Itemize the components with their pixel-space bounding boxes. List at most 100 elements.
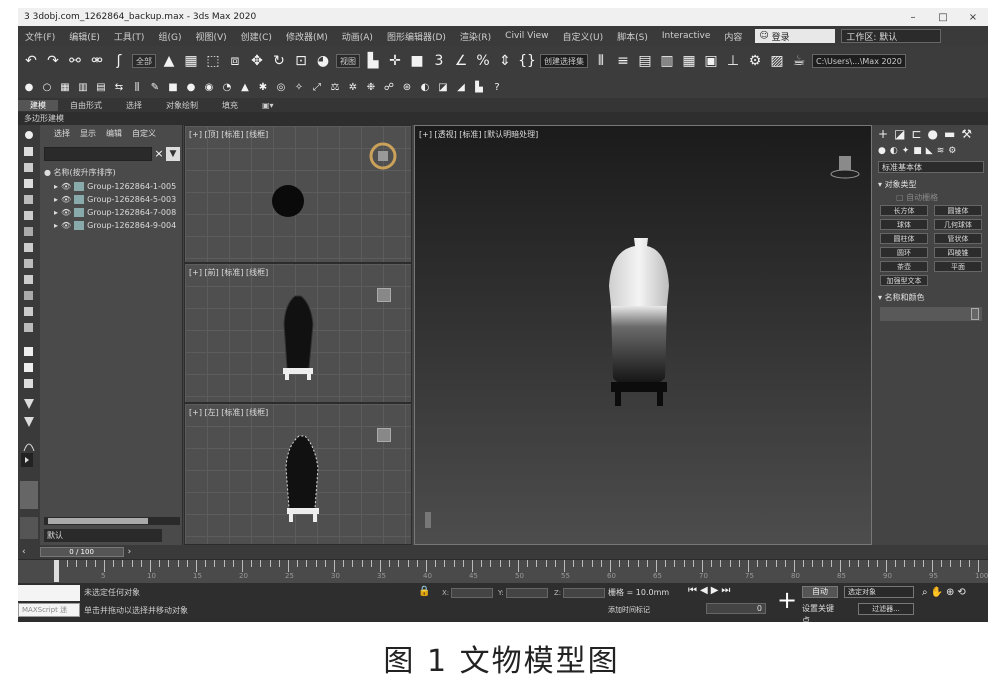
spinner-snap-icon[interactable]: ⇕	[496, 52, 514, 70]
menu-tools[interactable]: 工具(T)	[107, 30, 152, 43]
next-frame-icon[interactable]: ›	[128, 547, 132, 557]
sphere-button[interactable]: 球体	[880, 219, 928, 230]
name-field[interactable]	[880, 307, 982, 321]
keyboard-shortcut-icon[interactable]: ■	[408, 52, 426, 70]
spacewarp-icon[interactable]: ⤢	[310, 80, 324, 94]
minimize-button[interactable]: –	[898, 12, 928, 23]
circle-icon[interactable]: ○	[40, 80, 54, 94]
set-key-button[interactable]: 设置关键点	[802, 603, 838, 622]
hierarchy-tab-icon[interactable]: ⊏	[911, 127, 921, 141]
prev-frame-icon[interactable]: ‹	[22, 547, 26, 557]
tab-edit[interactable]: 编辑	[106, 128, 122, 139]
menu-graph-editors[interactable]: 图形编辑器(D)	[380, 30, 453, 43]
flow-icon[interactable]: ❉	[364, 80, 378, 94]
mirror-icon[interactable]: ⫴	[592, 52, 610, 70]
viewport-bg-icon[interactable]: ◐	[418, 80, 432, 94]
layer-explorer-icon[interactable]: ▤	[636, 52, 654, 70]
named-selection-dropdown[interactable]: 创建选择集	[540, 54, 588, 68]
paint-icon[interactable]: ✎	[148, 80, 162, 94]
expand-arrow-icon[interactable]: ▸	[54, 195, 58, 204]
menu-create[interactable]: 创建(C)	[234, 30, 279, 43]
material-editor-icon[interactable]: ⊥	[724, 52, 742, 70]
menu-animation[interactable]: 动画(A)	[335, 30, 380, 43]
place-icon[interactable]: ◕	[314, 52, 332, 70]
autogrid-checkbox[interactable]: □ 自动栅格	[896, 192, 984, 203]
geosphere-button[interactable]: 几何球体	[934, 219, 982, 230]
scrollbar-thumb[interactable]	[48, 518, 148, 524]
viewport-front[interactable]: [+] [前] [标准] [线框]	[184, 263, 412, 403]
percent-snap-icon[interactable]: %	[474, 52, 492, 70]
select-object-icon[interactable]: ▲	[160, 52, 178, 70]
plane-button[interactable]: 平面	[934, 261, 982, 272]
render-preset-dropdown[interactable]: C:\Users\...\Max 2020	[812, 54, 906, 68]
maxscript-listener[interactable]	[18, 585, 80, 601]
clear-search-icon[interactable]: ×	[152, 147, 166, 161]
menu-file[interactable]: 文件(F)	[18, 30, 62, 43]
horizontal-scrollbar[interactable]	[44, 517, 180, 525]
workspace-dropdown[interactable]: 工作区: 默认	[841, 29, 942, 43]
time-slider[interactable]: 0 / 100	[39, 547, 124, 557]
helpers-icon[interactable]: ◣	[926, 146, 933, 156]
expand-arrow-icon[interactable]: ▸	[54, 182, 58, 191]
cone-prim-icon[interactable]: ▲	[238, 80, 252, 94]
ribbon-subpanel[interactable]: 多边形建模	[18, 112, 988, 125]
maxscript-input[interactable]: MAXScript 迷	[18, 603, 80, 617]
viewport-left[interactable]: [+] [左] [标准] [线框]	[184, 403, 412, 545]
link-mode-icon[interactable]: ⇆	[112, 80, 126, 94]
bind-space-warp-icon[interactable]: ʃ	[110, 52, 128, 70]
modify-tab-icon[interactable]: ◪	[894, 127, 905, 141]
menu-edit[interactable]: 编辑(E)	[62, 30, 107, 43]
tab-select[interactable]: 选择	[54, 128, 70, 139]
layer-icon[interactable]: ◪	[436, 80, 450, 94]
camera-icon[interactable]: ◎	[274, 80, 288, 94]
render-frame-icon[interactable]: ▨	[768, 52, 786, 70]
box-button[interactable]: 长方体	[880, 205, 928, 216]
left-strip-icons[interactable]	[18, 125, 40, 545]
selection-filter-dropdown[interactable]: 全部	[132, 54, 156, 68]
auto-key-button[interactable]: 自动	[802, 586, 838, 598]
particle-icon[interactable]: ✲	[346, 80, 360, 94]
name-color-rollout[interactable]: ▾ 名称和颜色	[878, 292, 984, 303]
reference-coord-dropdown[interactable]: 视图	[336, 54, 360, 68]
menu-civil-view[interactable]: Civil View	[498, 31, 555, 41]
viewport-top[interactable]: [+] [顶] [标准] [线框]	[184, 125, 412, 263]
close-button[interactable]: ×	[958, 12, 988, 23]
menu-scripting[interactable]: 脚本(S)	[610, 30, 655, 43]
textplus-button[interactable]: 加强型文本	[880, 275, 928, 286]
render-icon[interactable]: ☕	[790, 52, 808, 70]
systems-icon[interactable]: ⚙	[948, 146, 956, 156]
add-time-tag[interactable]: 添加时间标记	[608, 605, 650, 615]
search-input[interactable]	[44, 147, 152, 161]
name-column-header[interactable]: ● 名称(按升序排序)	[44, 167, 116, 178]
menu-modifiers[interactable]: 修改器(M)	[279, 30, 335, 43]
list-item[interactable]: ▸ 👁 Group-1262864-5-003	[54, 193, 180, 206]
align-icon[interactable]: ≡	[614, 52, 632, 70]
shapes-icon[interactable]: ◐	[890, 146, 898, 156]
lights-icon[interactable]: ✦	[902, 146, 910, 156]
expand-arrow-icon[interactable]: ▸	[54, 221, 58, 230]
render-setup-icon[interactable]: ⚙	[746, 52, 764, 70]
scale-icon[interactable]: ⊡	[292, 52, 310, 70]
ribbon-options-icon[interactable]: ▣▾	[250, 101, 286, 110]
light-icon[interactable]: ✱	[256, 80, 270, 94]
table-icon[interactable]: ▥	[76, 80, 90, 94]
motion-tab-icon[interactable]: ●	[927, 127, 937, 141]
create-tab-icon[interactable]: +	[878, 127, 888, 141]
split-icon[interactable]: ⫼	[130, 80, 144, 94]
list-item[interactable]: ▸ 👁 Group-1262864-7-008	[54, 206, 180, 219]
cylinder-button[interactable]: 圆柱体	[880, 233, 928, 244]
eye-icon[interactable]: 👁	[61, 221, 71, 230]
menu-group[interactable]: 组(G)	[151, 30, 188, 43]
mesh-icon[interactable]: ⊛	[400, 80, 414, 94]
helper-icon[interactable]: ✧	[292, 80, 306, 94]
help-icon[interactable]: ?	[490, 80, 504, 94]
pyramid-button[interactable]: 四棱锥	[934, 247, 982, 258]
eye-icon[interactable]: 👁	[61, 182, 71, 191]
color-swatch[interactable]	[971, 308, 979, 320]
timeline[interactable]: 0510152025303540455055606570758085909510…	[18, 559, 988, 583]
system-icon[interactable]: ⚖	[328, 80, 342, 94]
filter-icon[interactable]: ▼	[166, 147, 180, 161]
menu-customize[interactable]: 自定义(U)	[556, 30, 611, 43]
menu-content[interactable]: 内容	[717, 30, 749, 43]
undo-icon[interactable]: ↶	[22, 52, 40, 70]
